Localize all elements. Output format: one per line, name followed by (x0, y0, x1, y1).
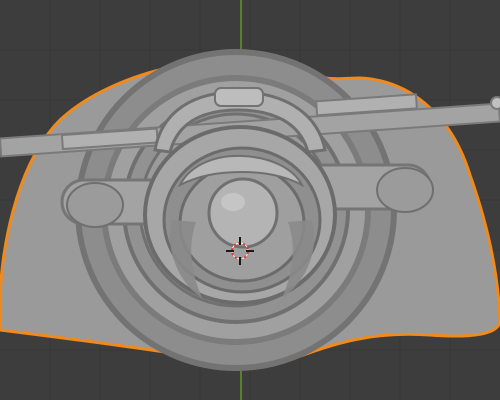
blender-3d-viewport[interactable] (0, 0, 500, 400)
head-sphere (207, 177, 279, 249)
viewport-canvas[interactable] (0, 0, 500, 400)
